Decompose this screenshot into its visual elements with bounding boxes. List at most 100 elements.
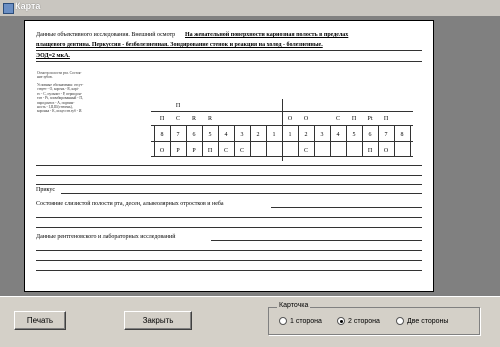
tooth-status [202,102,218,111]
ruled-line [36,217,422,218]
tooth-number: 4 [224,132,228,138]
tooth-status [154,102,170,111]
tooth-status [218,115,234,124]
tooth-status: О [303,116,309,122]
tooth-number: 1 [288,132,292,138]
tooth-status: Pt [367,116,373,122]
mucosa-label: Состояние слизистой полости рта, десен, … [36,201,224,207]
tooth-number: 7 [176,132,180,138]
tooth-status [234,102,250,111]
tooth-status [394,115,410,124]
legend-notation: Условные обозначения: отсут- ствует - О,… [37,83,84,114]
exam-text-line3: ЭОД=2 мкА. [36,53,70,59]
tooth-status: П [159,116,165,122]
tooth-status: П [367,148,373,154]
tooth-status: П [351,116,357,122]
radio-button-icon [279,317,287,326]
tooth-status: С [335,116,340,122]
radio-button-icon [396,317,404,326]
scroll-area[interactable]: Данные объективного исследования. Внешни… [0,16,500,296]
tooth-status [314,102,330,111]
tooth-status [234,115,250,124]
card-group-label: Карточка [277,302,311,309]
window-title: Карта [15,1,41,11]
exam-text-line1: На жевательной поверхности кариозная пол… [185,32,349,38]
tooth-number: 5 [352,132,356,138]
tooth-number: 2 [304,132,308,138]
ruled-line [36,250,422,251]
radio-side-2[interactable]: 2 сторона [337,317,380,326]
tooth-number: 3 [320,132,324,138]
tooth-status: R [191,116,196,122]
tooth-status: П [207,148,213,154]
tooth-status [218,102,234,111]
tooth-number: 6 [368,132,372,138]
tooth-number: 5 [208,132,212,138]
tooth-status: С [223,148,228,154]
tooth-status [346,147,362,156]
card-side-group: Карточка 1 сторона 2 сторона Две стороны [268,302,480,335]
tooth-status [282,147,298,156]
radio-button-selected-icon [337,317,345,326]
tooth-status [394,147,410,156]
tooth-status: Р [192,148,196,154]
tooth-status [346,102,362,111]
dental-card-sheet: Данные объективного исследования. Внешни… [24,20,434,292]
tooth-status: О [287,116,293,122]
exam-text-line2: плащевого дентина. Перкуссия - безболезн… [36,42,323,48]
tooth-status [314,115,330,124]
tooth-status [250,102,266,111]
close-button[interactable]: Закрыть [124,311,192,330]
tooth-status [282,102,298,111]
exam-underline [36,50,422,51]
bite-label: Прикус [36,187,56,193]
tooth-status [298,102,314,111]
tooth-status [330,102,346,111]
tooth-status [266,147,282,156]
ruled-line [36,227,422,228]
tooth-status: П [175,103,181,109]
tooth-number: 8 [160,132,164,138]
tooth-status: С [175,116,180,122]
tooth-number: 2 [256,132,260,138]
bite-line [61,193,422,194]
tooth-status [394,102,410,111]
ruled-line [36,270,422,271]
ruled-line [36,184,422,185]
tooth-status [250,147,266,156]
legend-title: Осмотр полости рта. Состоя- ние зубов. [37,71,82,80]
tooth-status: С [303,148,308,154]
xray-label: Данные рентгеновского и лабораторных исс… [36,234,176,240]
radio-both-sides[interactable]: Две стороны [396,317,448,326]
tooth-status: Р [176,148,180,154]
tooth-status [266,102,282,111]
print-button[interactable]: Печать [14,311,66,330]
tooth-status: R [207,116,212,122]
tooth-status [250,115,266,124]
radio-side-1[interactable]: 1 сторона [279,317,322,326]
tooth-number: 7 [384,132,388,138]
tooth-number: 1 [272,132,276,138]
tooth-status: П [383,116,389,122]
tooth-status [186,102,202,111]
exam-label: Данные объективного исследования. Внешни… [36,32,176,38]
mucosa-line [271,207,422,208]
tooth-status [378,102,394,111]
tooth-number: 3 [240,132,244,138]
ruled-line [36,165,422,166]
chart-grid-line [410,125,411,156]
title-bar: Карта [0,0,500,17]
ruled-line [36,175,422,176]
tooth-status [266,115,282,124]
exam-underline [36,61,422,62]
bottom-panel: Печать Закрыть Карточка 1 сторона 2 стор… [0,296,500,347]
ruled-line [36,260,422,261]
tooth-status [362,102,378,111]
tooth-status: О [383,148,389,154]
tooth-status: О [159,148,165,154]
tooth-status [330,147,346,156]
tooth-number: 4 [336,132,340,138]
tooth-number: 6 [192,132,196,138]
tooth-number: 8 [400,132,404,138]
app-icon [3,3,14,14]
